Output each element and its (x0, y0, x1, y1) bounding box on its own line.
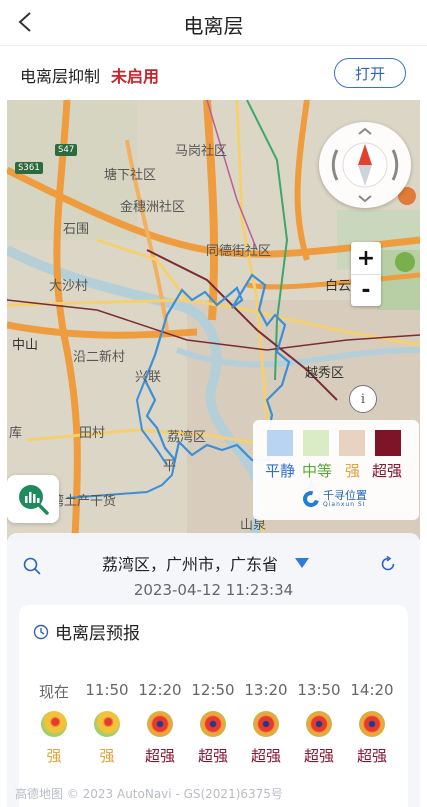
caret-down-icon[interactable] (294, 557, 310, 569)
map-label-ping: 平 (163, 459, 177, 474)
suppression-row: 电离层抑制 未启用 打开 (0, 47, 427, 99)
forecast-item: 11:50 强 (81, 681, 133, 766)
forecast-time: 12:20 (138, 681, 182, 699)
legend-label-super: 超强 (372, 462, 403, 480)
forecast-time: 现在 (38, 683, 69, 701)
forecast-time: 14:20 (350, 681, 394, 699)
forecast-level: 超强 (197, 747, 228, 765)
forecast-level: 强 (99, 747, 115, 765)
location-panel: 荔湾区，广州市，广东省 2023-04-12 11:23:34 电离层预报 现在… (7, 533, 420, 807)
enable-suppression-button[interactable]: 打开 (334, 58, 406, 88)
forecast-time: 11:50 (85, 681, 129, 699)
forecast-time: 13:20 (244, 681, 288, 699)
map-label-yangang: 沿二新村 (73, 350, 126, 365)
map-label-tangxia: 塘下社区 (104, 168, 157, 183)
map-label-shiwei: 石围 (63, 222, 90, 237)
forecast-title: 电离层预报 (55, 624, 140, 644)
location-name[interactable]: 荔湾区，广州市，广东省 (102, 551, 278, 575)
forecast-level: 超强 (303, 747, 334, 765)
zoom-control: + - (351, 242, 381, 306)
top-bar: 电离层 (0, 0, 427, 46)
forecast-item: 12:50 超强 (187, 681, 239, 766)
legend-swatch-strong (339, 430, 365, 456)
legend-label-moderate: 中等 (302, 462, 333, 480)
road-shield-s47: S47 (55, 144, 78, 156)
compass-control[interactable] (319, 122, 411, 208)
map-label-dasha: 大沙村 (49, 279, 89, 294)
map-watermark: 高德地图 © 2023 AutoNavi - GS(2021)6375号 (15, 787, 283, 801)
info-icon: i (360, 391, 366, 407)
compass-icon (331, 127, 399, 203)
super-strong-level-icon (147, 711, 173, 737)
legend-label-calm: 平静 (265, 462, 296, 480)
map-label-magang: 马岗社区 (175, 144, 228, 159)
suppression-label: 电离层抑制 (20, 67, 101, 86)
chart-search-button[interactable] (7, 475, 59, 523)
forecast-item: 14:20 超强 (346, 681, 398, 766)
map-label-yuexiu: 越秀区 (305, 366, 345, 381)
forecast-item: 13:20 超强 (240, 681, 292, 766)
search-icon[interactable] (23, 557, 41, 575)
map-label-xinglian: 兴联 (135, 370, 162, 385)
forecast-level: 强 (46, 747, 62, 765)
info-button[interactable]: i (349, 385, 377, 413)
qianxun-logo-icon (300, 488, 322, 510)
brand-logo: 千寻位置 Qianxun SI (300, 488, 367, 510)
chart-search-icon (19, 485, 49, 515)
super-strong-level-icon (359, 711, 385, 737)
legend-swatch-moderate (303, 430, 329, 456)
zoom-out-button[interactable]: - (351, 274, 381, 306)
update-time: 2023-04-12 11:23:34 (133, 581, 294, 599)
map-label-ku: 库 (9, 426, 23, 441)
super-strong-level-icon (200, 711, 226, 737)
map-label-zhongshan: 中山 (12, 338, 39, 353)
page-title: 电离层 (183, 14, 244, 38)
super-strong-level-icon (253, 711, 279, 737)
forecast-level: 超强 (250, 747, 281, 765)
map-label-tiancun: 田村 (79, 426, 106, 441)
legend-label-strong: 强 (345, 462, 361, 480)
forecast-card: 电离层预报 现在强 11:50 强 12:20 超强 12:50 超强 13:20 超强 13:5… (19, 605, 408, 807)
brand-name: 千寻位置 (323, 489, 367, 502)
brand-name-en: Qianxun SI (323, 501, 366, 508)
forecast-time: 13:50 (297, 681, 341, 699)
strong-level-icon (94, 711, 120, 737)
road-shield-s361: S361 (15, 162, 43, 174)
suppression-status: 未启用 (111, 67, 160, 86)
ionosphere-map[interactable]: S361 S47 马岗社区 塘下社区 金穗洲社区 石围 同德街社区 大沙村 白云… (7, 100, 420, 540)
legend-swatch-calm (267, 430, 293, 456)
legend-swatch-super (375, 430, 401, 456)
clock-icon (33, 624, 49, 639)
forecast-level: 超强 (356, 747, 387, 765)
map-label-tongde: 同德街社区 (206, 244, 272, 259)
forecast-item: 13:50 超强 (293, 681, 345, 766)
map-label-jinsui: 金穗洲社区 (120, 200, 186, 215)
forecast-item: 现在强 (28, 681, 80, 766)
super-strong-level-icon (306, 711, 332, 737)
map-label-liwan: 荔湾区 (167, 430, 207, 445)
zoom-in-button[interactable]: + (351, 242, 381, 274)
forecast-time: 12:50 (191, 681, 235, 699)
map-label-baiyun: 白云 (325, 279, 352, 294)
map-legend: 平静 中等 强 超强 千寻位置 Qianxun SI (253, 420, 419, 520)
forecast-item: 12:20 超强 (134, 681, 186, 766)
strong-level-icon (41, 711, 67, 737)
forecast-level: 超强 (144, 747, 175, 765)
map-label-fangtu: 湾土产干货 (51, 494, 117, 509)
refresh-icon[interactable] (379, 555, 397, 573)
